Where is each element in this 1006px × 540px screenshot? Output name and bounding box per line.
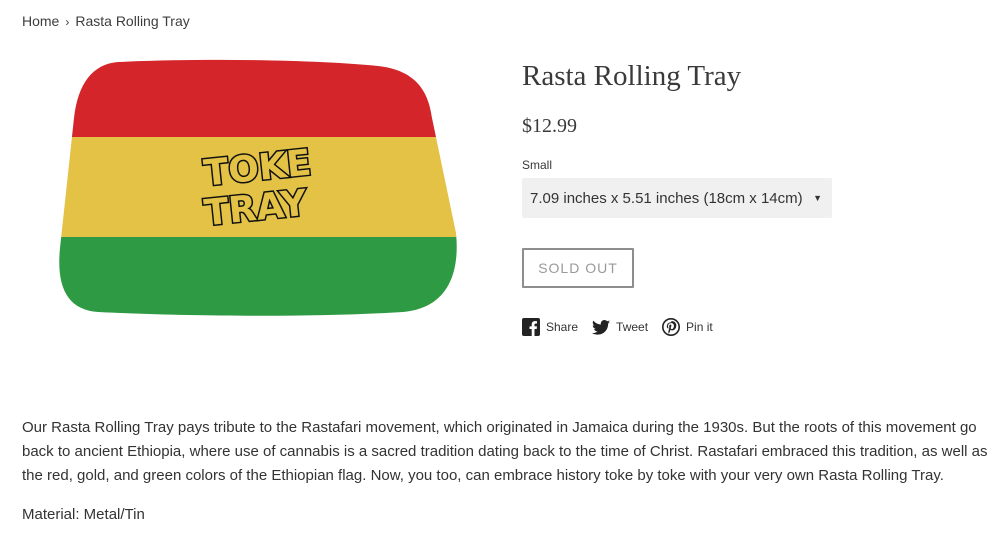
variant-select-value: 7.09 inches x 5.51 inches (18cm x 14cm) [530, 189, 803, 207]
description-material: Material: Metal/Tin [22, 506, 145, 523]
tray-green-stripe [59, 237, 457, 316]
share-twitter-button[interactable]: Tweet [592, 319, 649, 335]
product-description: Our Rasta Rolling Tray pays tribute to t… [22, 416, 992, 527]
variant-label: Small [522, 158, 553, 172]
product-info: Rasta Rolling Tray $12.99 Small 7.09 inc… [522, 60, 992, 336]
share-twitter-label: Tweet [616, 320, 649, 334]
share-facebook-label: Share [546, 320, 579, 334]
description-body: Our Rasta Rolling Tray pays tribute to t… [22, 419, 988, 484]
chevron-down-icon: ▼ [813, 193, 822, 203]
pinterest-icon [662, 318, 681, 336]
product-title: Rasta Rolling Tray [522, 60, 742, 92]
breadcrumb: Home › Rasta Rolling Tray [22, 13, 190, 29]
sold-out-button[interactable]: SOLD OUT [522, 248, 634, 288]
breadcrumb-home-link[interactable]: Home [22, 13, 59, 29]
product-price: $12.99 [522, 115, 577, 137]
tray-red-stripe [59, 59, 457, 137]
share-facebook-button[interactable]: Share [522, 318, 578, 336]
social-share: Share Tweet Pin it [522, 318, 992, 336]
twitter-icon [592, 319, 611, 335]
breadcrumb-separator: › [65, 15, 70, 29]
facebook-icon [522, 318, 540, 336]
product-image[interactable]: TOKE TRAY [58, 58, 458, 316]
variant-select[interactable]: 7.09 inches x 5.51 inches (18cm x 14cm) … [522, 178, 832, 218]
toke-tray-logo: TOKE TRAY [200, 141, 314, 236]
share-pinterest-button[interactable]: Pin it [662, 318, 713, 336]
rolling-tray-image: TOKE TRAY [59, 59, 457, 316]
share-pinterest-label: Pin it [686, 320, 713, 334]
breadcrumb-current: Rasta Rolling Tray [75, 13, 190, 29]
